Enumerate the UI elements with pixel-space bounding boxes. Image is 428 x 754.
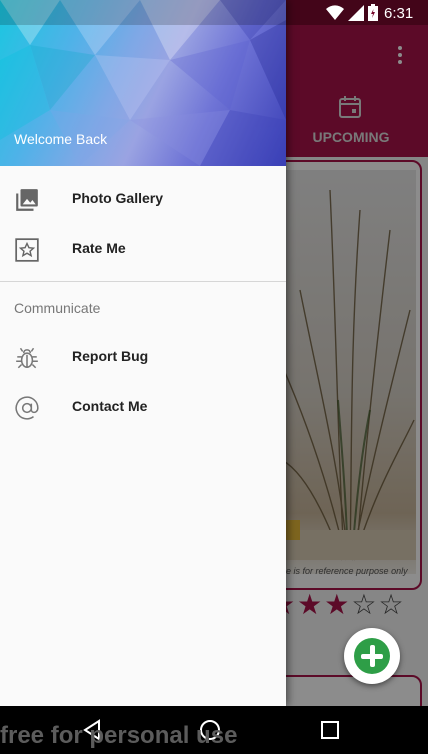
recents-icon[interactable] bbox=[318, 718, 342, 742]
drawer-item-photo-gallery[interactable]: Photo Gallery bbox=[0, 174, 286, 224]
battery-icon bbox=[368, 4, 378, 21]
drawer-item-label: Report Bug bbox=[72, 348, 149, 364]
drawer-item-label: Photo Gallery bbox=[72, 190, 164, 206]
add-fab-button[interactable] bbox=[344, 628, 400, 684]
drawer-item-rate-me[interactable]: Rate Me bbox=[0, 224, 286, 274]
bug-icon bbox=[16, 347, 38, 369]
drawer-section-header: Communicate bbox=[14, 300, 101, 316]
drawer-item-contact-me[interactable]: Contact Me bbox=[0, 382, 286, 432]
cell-signal-icon bbox=[348, 5, 364, 21]
drawer-divider bbox=[0, 281, 286, 282]
drawer-header: Welcome Back bbox=[0, 0, 286, 166]
status-bar-scrim bbox=[0, 0, 286, 25]
plus-icon bbox=[354, 638, 390, 674]
drawer-item-label: Contact Me bbox=[72, 398, 148, 414]
star-box-icon bbox=[15, 238, 39, 262]
drawer-item-report-bug[interactable]: Report Bug bbox=[0, 332, 286, 382]
drawer-item-label: Rate Me bbox=[72, 240, 126, 256]
status-time: 6:31 bbox=[384, 5, 414, 22]
photo-gallery-icon bbox=[16, 189, 38, 211]
drawer-welcome-text: Welcome Back bbox=[14, 131, 108, 147]
at-sign-icon bbox=[15, 396, 39, 420]
watermark-text: free for personal use bbox=[0, 722, 238, 749]
navigation-drawer: Welcome Back Photo Gallery Rate Me Commu… bbox=[0, 0, 286, 706]
wifi-icon bbox=[326, 5, 344, 21]
